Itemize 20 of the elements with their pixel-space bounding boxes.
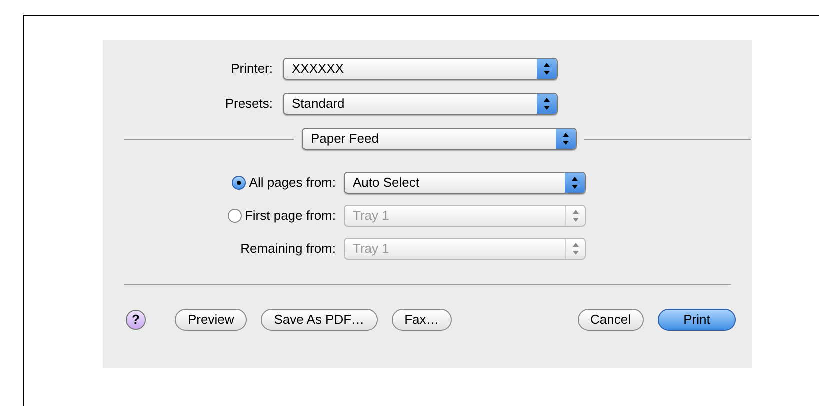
field-label: First page from:: [244, 207, 336, 226]
dialog-button[interactable]: Fax…: [392, 309, 452, 331]
help-button[interactable]: ?: [126, 310, 146, 330]
stepper-arrows-icon: [537, 59, 557, 79]
field-label: All pages from:: [249, 174, 336, 192]
popup-menu[interactable]: Auto Select: [344, 172, 586, 194]
stepper-arrows-icon: [565, 173, 585, 193]
popup-menu[interactable]: XXXXXX: [283, 58, 558, 80]
dialog-button[interactable]: Preview: [175, 309, 248, 331]
stepper-arrows-icon: [556, 129, 576, 149]
radio-button[interactable]: [232, 176, 246, 190]
field-label: Presets:: [224, 95, 274, 114]
dialog-button[interactable]: Cancel: [578, 309, 644, 331]
popup-menu[interactable]: Standard: [283, 93, 558, 115]
dialog-button[interactable]: Print: [658, 309, 736, 331]
popup-menu[interactable]: Paper Feed: [302, 128, 577, 150]
field-label: Printer:: [230, 60, 274, 78]
field-label: Remaining from:: [240, 240, 336, 258]
stepper-arrows-icon: [537, 94, 557, 114]
dialog-button[interactable]: Save As PDF…: [261, 309, 378, 331]
